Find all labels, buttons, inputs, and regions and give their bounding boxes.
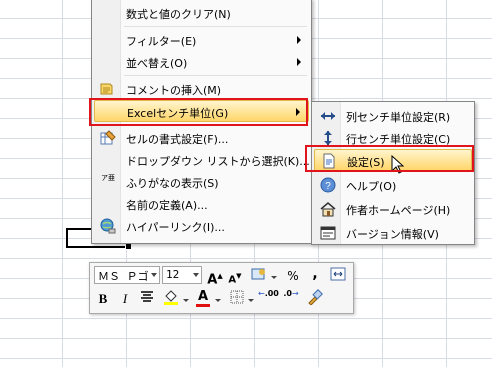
submenu-item-column-cm[interactable]: 列センチ単位設定(R) bbox=[314, 105, 472, 127]
fill-handle[interactable] bbox=[125, 243, 132, 250]
menu-item-label: ふりがなの表示(S) bbox=[126, 177, 219, 190]
bold-button[interactable]: B bbox=[94, 290, 112, 308]
borders-icon[interactable] bbox=[228, 290, 246, 308]
callout-excel-centi bbox=[89, 98, 308, 126]
menu-item-filter[interactable]: フィルター(E) bbox=[94, 29, 309, 51]
merge-center-icon[interactable] bbox=[329, 267, 347, 285]
align-center-icon[interactable] bbox=[138, 290, 156, 308]
menu-item-label: 作者ホームページ(H) bbox=[346, 204, 451, 217]
furigana-icon: ア亜 bbox=[101, 174, 115, 182]
menu-item-label: 名前の定義(A)... bbox=[126, 199, 208, 212]
home-icon bbox=[320, 201, 336, 217]
comment-icon bbox=[100, 81, 116, 97]
menu-item-label: バージョン情報(V) bbox=[346, 228, 439, 241]
menu-item-clear-formulas[interactable]: 数式と値のクリア(N) bbox=[94, 2, 309, 24]
menu-item-label: セルの書式設定(F)... bbox=[126, 133, 229, 146]
increase-decimal-button[interactable]: ←.00 bbox=[258, 289, 279, 307]
menu-item-format-cells[interactable]: セルの書式設定(F)... bbox=[94, 127, 309, 149]
menu-item-hyperlink[interactable]: ハイパーリンク(I)... bbox=[94, 215, 309, 237]
menu-item-insert-comment[interactable]: コメントの挿入(M) bbox=[94, 78, 309, 100]
font-size-box[interactable]: 12 bbox=[162, 266, 202, 284]
mini-toolbar: ＭＳ Ｐゴ 12 A▲ A▼ % , B I A ←.00 .0→ bbox=[89, 262, 354, 314]
submenu-item-version-info[interactable]: バージョン情報(V) bbox=[314, 222, 472, 244]
chevron-down-icon[interactable] bbox=[215, 299, 221, 302]
decrease-decimal-arrow-icon: → bbox=[291, 289, 299, 298]
column-width-icon bbox=[320, 108, 336, 124]
menu-item-label: ヘルプ(O) bbox=[346, 180, 397, 193]
submenu-arrow-icon bbox=[297, 58, 301, 66]
percent-style-button[interactable]: % bbox=[284, 267, 302, 285]
font-color-button[interactable]: A bbox=[194, 288, 212, 307]
menu-item-label: 数式と値のクリア(N) bbox=[126, 8, 231, 21]
format-painter-icon[interactable] bbox=[306, 289, 324, 307]
callout-settings bbox=[305, 145, 474, 172]
number-format-icon[interactable] bbox=[250, 267, 268, 285]
submenu-item-help[interactable]: ? ヘルプ(O) bbox=[314, 174, 472, 196]
menu-item-label: フィルター(E) bbox=[126, 35, 197, 48]
font-name-box[interactable]: ＭＳ Ｐゴ bbox=[94, 266, 160, 284]
decrease-decimal-button[interactable]: .0→ bbox=[282, 289, 300, 307]
chevron-down-icon[interactable] bbox=[248, 299, 254, 302]
submenu-arrow-icon bbox=[297, 36, 301, 44]
grow-font-button[interactable]: A▲ bbox=[206, 267, 224, 287]
menu-item-label: ハイパーリンク(I)... bbox=[126, 221, 225, 234]
chevron-down-icon bbox=[193, 273, 199, 277]
format-cells-icon bbox=[100, 130, 116, 146]
hyperlink-icon bbox=[100, 218, 116, 234]
menu-item-label: ドロップダウン リストから選択(K)... bbox=[126, 155, 310, 168]
menu-item-label: 列センチ単位設定(R) bbox=[346, 111, 451, 124]
shrink-font-button[interactable]: A▼ bbox=[226, 267, 244, 285]
menu-item-label: コメントの挿入(M) bbox=[126, 84, 222, 97]
submenu-item-author-homepage[interactable]: 作者ホームページ(H) bbox=[314, 198, 472, 220]
italic-button[interactable]: I bbox=[116, 290, 134, 308]
font-color-swatch bbox=[196, 304, 210, 307]
svg-text:?: ? bbox=[325, 181, 331, 192]
version-info-icon bbox=[320, 225, 336, 241]
menu-item-pick-from-list[interactable]: ドロップダウン リストから選択(K)... bbox=[94, 149, 310, 171]
chevron-down-icon bbox=[151, 273, 157, 277]
increase-decimal-arrow-icon: ← bbox=[258, 289, 265, 298]
comma-style-button[interactable]: , bbox=[306, 265, 324, 283]
chevron-down-icon[interactable] bbox=[183, 299, 189, 302]
menu-item-sort[interactable]: 並べ替え(O) bbox=[94, 51, 309, 73]
menu-item-define-name[interactable]: 名前の定義(A)... bbox=[94, 193, 309, 215]
help-icon: ? bbox=[320, 177, 336, 193]
menu-item-label: 並べ替え(O) bbox=[126, 57, 188, 70]
chevron-down-icon[interactable] bbox=[271, 276, 277, 279]
menu-item-show-furigana[interactable]: ア亜 ふりがなの表示(S) bbox=[94, 171, 309, 193]
row-height-icon bbox=[320, 130, 336, 146]
fill-color-icon[interactable] bbox=[162, 289, 180, 307]
